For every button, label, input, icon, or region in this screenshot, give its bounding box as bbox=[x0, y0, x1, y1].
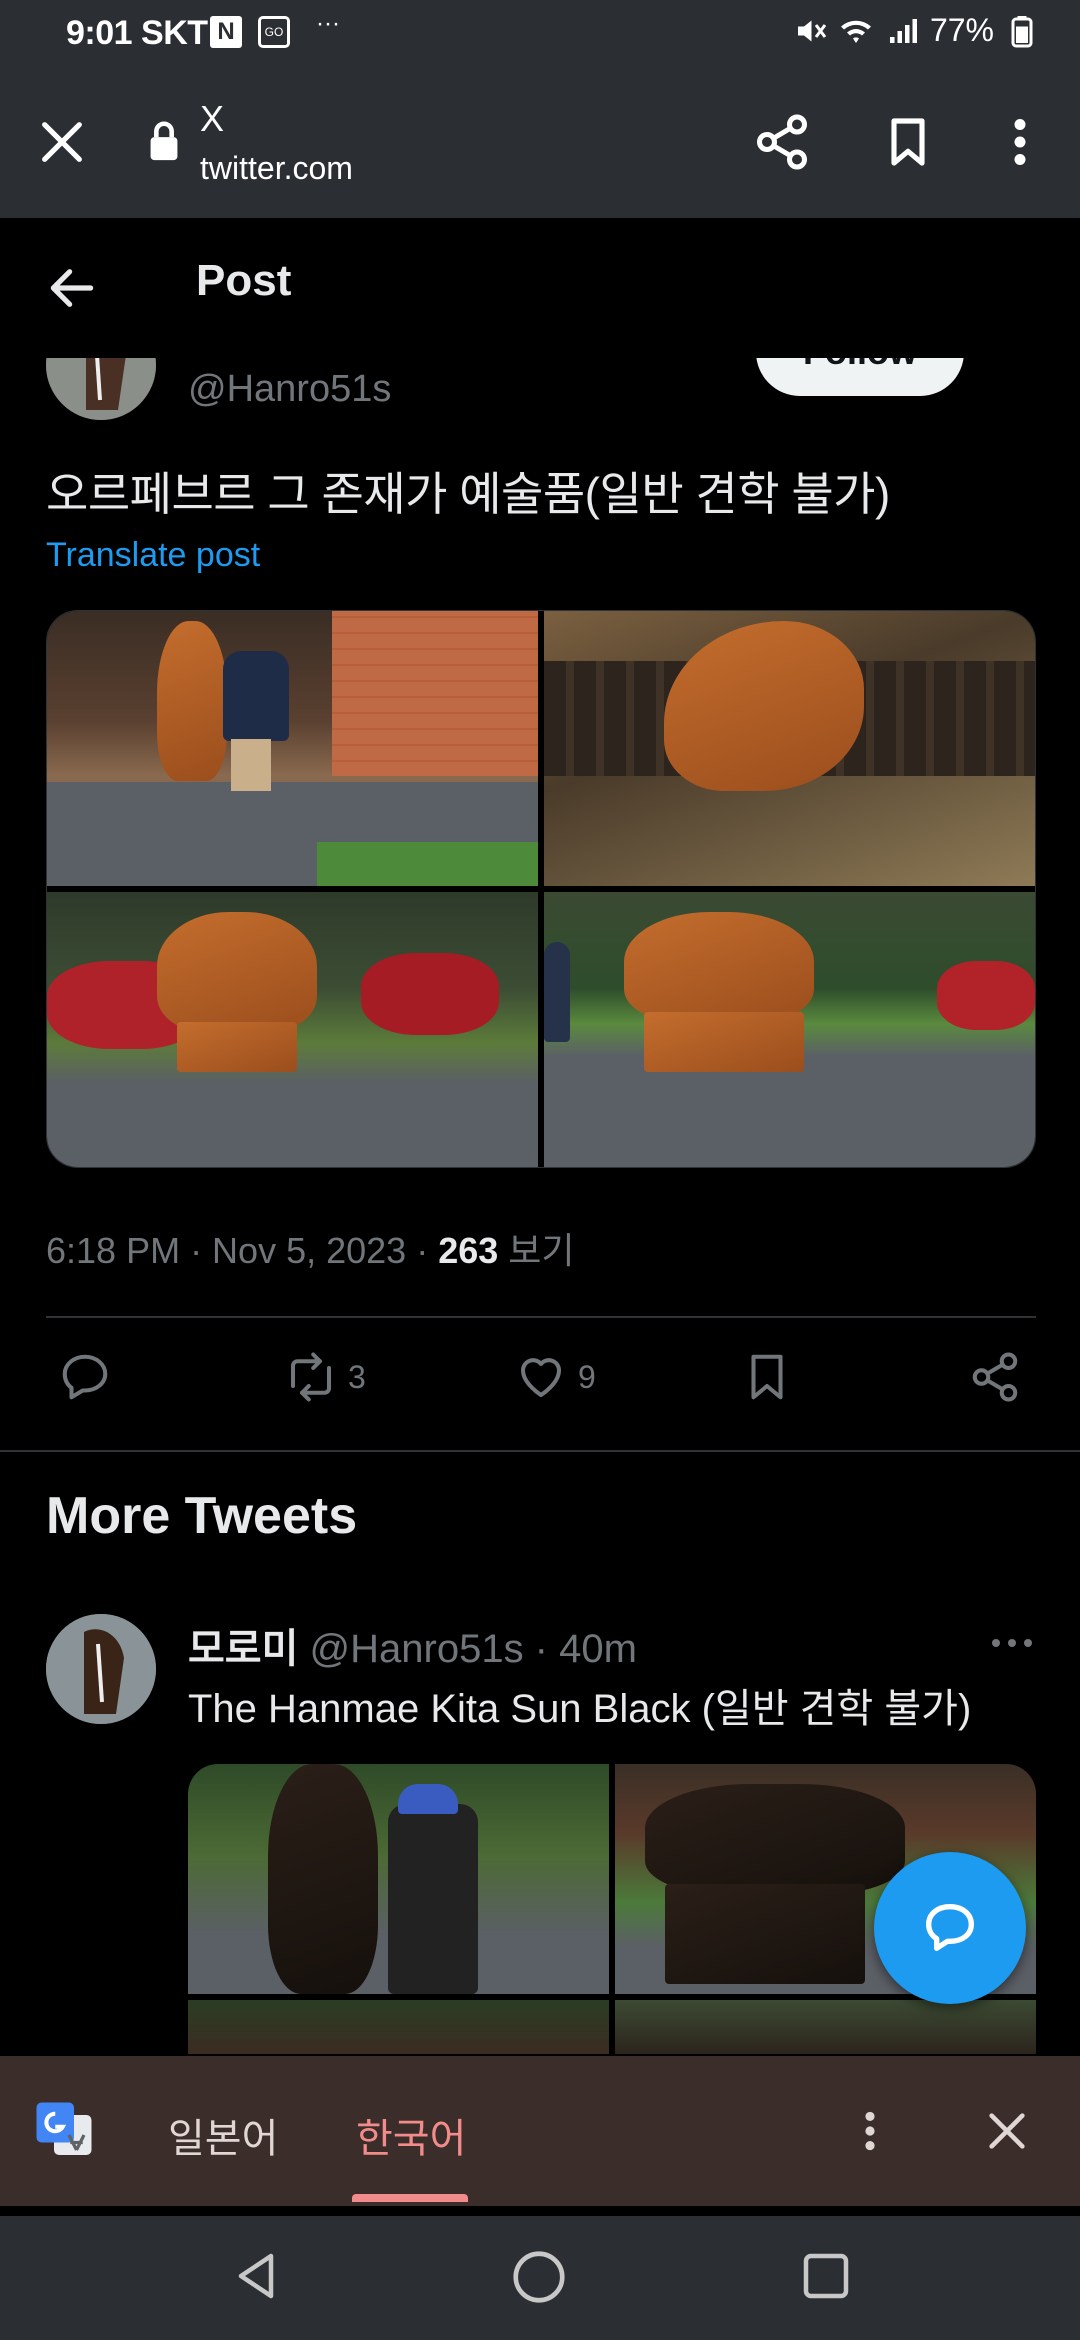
google-translate-icon[interactable] bbox=[34, 2100, 94, 2160]
horse-legs bbox=[177, 1022, 297, 1072]
media-image-4[interactable] bbox=[544, 892, 1035, 1167]
views-label: 보기 bbox=[498, 1230, 575, 1271]
horse-avatar-image bbox=[46, 1614, 156, 1724]
horse bbox=[157, 912, 317, 1032]
back-arrow-icon[interactable] bbox=[44, 260, 100, 316]
more-tweets-heading: More Tweets bbox=[46, 1487, 358, 1545]
status-bar: 9:01 SKT N GO ··· 77% bbox=[0, 0, 1080, 66]
more-notifications-icon: ··· bbox=[316, 10, 340, 37]
like-button[interactable]: 9 bbox=[514, 1350, 596, 1404]
post-media-grid bbox=[46, 610, 1036, 1168]
go-notification-icon: GO bbox=[258, 16, 290, 48]
translate-post-link[interactable]: Translate post bbox=[46, 536, 260, 575]
handler bbox=[544, 942, 570, 1042]
nav-recent-apps-icon[interactable] bbox=[796, 2246, 856, 2306]
handler-cap bbox=[398, 1784, 458, 1814]
divider bbox=[0, 1450, 1080, 1452]
naver-notification-icon: N bbox=[210, 16, 242, 48]
views-count: 263 bbox=[438, 1230, 499, 1271]
signal-icon bbox=[889, 18, 917, 43]
tweet-age: · 40m bbox=[523, 1627, 637, 1671]
reply-button[interactable] bbox=[58, 1350, 112, 1404]
browser-toolbar: X twitter.com bbox=[0, 66, 1080, 218]
battery-percent: 77% bbox=[929, 12, 994, 48]
bookmark-button[interactable] bbox=[740, 1350, 794, 1404]
wifi-icon bbox=[840, 20, 871, 43]
horse-head bbox=[664, 621, 864, 791]
dark-horse-legs bbox=[665, 1884, 865, 1984]
heart-icon bbox=[520, 1358, 562, 1398]
author-handle[interactable]: @Hanro51s bbox=[188, 368, 391, 411]
red-bush bbox=[361, 952, 499, 1035]
page-url[interactable]: twitter.com bbox=[200, 150, 353, 187]
translate-bar: 일본어 한국어 bbox=[0, 2056, 1080, 2206]
clock: 9:01 bbox=[66, 14, 133, 52]
handler bbox=[388, 1804, 478, 1994]
horse bbox=[624, 912, 814, 1022]
media-image-1[interactable] bbox=[47, 611, 538, 886]
target-language-tab[interactable]: 한국어 bbox=[356, 2106, 466, 2164]
status-right: 77% bbox=[792, 12, 1040, 49]
grass bbox=[317, 842, 538, 886]
like-count: 9 bbox=[578, 1358, 596, 1395]
header-title: Post bbox=[196, 256, 292, 305]
close-icon[interactable] bbox=[36, 116, 88, 168]
status-time: 9:01 SKT bbox=[66, 14, 208, 53]
tweet-text: The Hanmae Kita Sun Black (일반 견학 불가) bbox=[188, 1687, 972, 1731]
source-language-tab[interactable]: 일본어 bbox=[168, 2106, 278, 2164]
active-tab-indicator bbox=[352, 2194, 468, 2202]
mute-icon bbox=[797, 20, 827, 41]
chat-bubble-icon bbox=[926, 1904, 974, 1951]
tweet-author-handle[interactable]: @Hanro51s bbox=[298, 1627, 524, 1671]
compose-fab[interactable] bbox=[874, 1852, 1026, 2004]
brick-wall bbox=[331, 611, 538, 776]
share-icon[interactable] bbox=[752, 112, 812, 172]
post-actions: 3 9 bbox=[0, 1350, 1080, 1420]
lock-icon[interactable] bbox=[146, 118, 182, 164]
carrier: SKT bbox=[141, 14, 208, 52]
red-bush bbox=[936, 960, 1035, 1030]
horse-legs bbox=[644, 1012, 804, 1072]
share-button[interactable] bbox=[968, 1350, 1022, 1404]
retweet-count: 3 bbox=[348, 1358, 366, 1395]
nav-back-icon[interactable] bbox=[226, 2246, 286, 2306]
dark-horse bbox=[268, 1764, 378, 1994]
tweet-header: 모로미 @Hanro51s · 40m bbox=[188, 1616, 637, 1674]
media-image-2[interactable] bbox=[544, 611, 1035, 886]
post-time: 6:18 PM · Nov 5, 2023 · bbox=[46, 1230, 439, 1271]
share-icon bbox=[972, 1352, 1018, 1402]
post-header: Post bbox=[0, 218, 1080, 358]
media-image-3[interactable] bbox=[188, 2000, 609, 2054]
avatar[interactable] bbox=[46, 1614, 156, 1724]
battery-icon bbox=[1011, 15, 1033, 47]
page-title: X bbox=[200, 98, 225, 139]
bookmark-icon[interactable] bbox=[880, 112, 936, 172]
retweet-button[interactable]: 3 bbox=[284, 1350, 366, 1404]
nav-home-icon[interactable] bbox=[508, 2246, 570, 2308]
system-navigation-bar bbox=[0, 2216, 1080, 2340]
handler bbox=[223, 651, 289, 741]
close-icon[interactable] bbox=[984, 2108, 1030, 2154]
horse bbox=[157, 621, 227, 781]
handler-legs bbox=[231, 739, 271, 791]
dark-horse bbox=[645, 1784, 905, 1894]
media-image-1[interactable] bbox=[188, 1764, 609, 1994]
bookmark-icon bbox=[751, 1354, 783, 1400]
retweet-icon bbox=[290, 1352, 332, 1402]
post-text: 오르페브르 그 존재가 예술품(일반 견학 불가) bbox=[46, 468, 890, 520]
media-image-4[interactable] bbox=[615, 2000, 1036, 2054]
divider bbox=[46, 1316, 1036, 1318]
media-image-3[interactable] bbox=[47, 892, 538, 1167]
reply-icon bbox=[62, 1354, 108, 1400]
more-vertical-icon[interactable] bbox=[856, 2106, 884, 2156]
more-horizontal-icon[interactable] bbox=[990, 1636, 1034, 1650]
tweet-author-name[interactable]: 모로미 bbox=[188, 1627, 298, 1671]
more-vertical-icon[interactable] bbox=[1004, 112, 1036, 172]
post-timestamp: 6:18 PM · Nov 5, 2023 · 263 보기 bbox=[46, 1222, 575, 1274]
